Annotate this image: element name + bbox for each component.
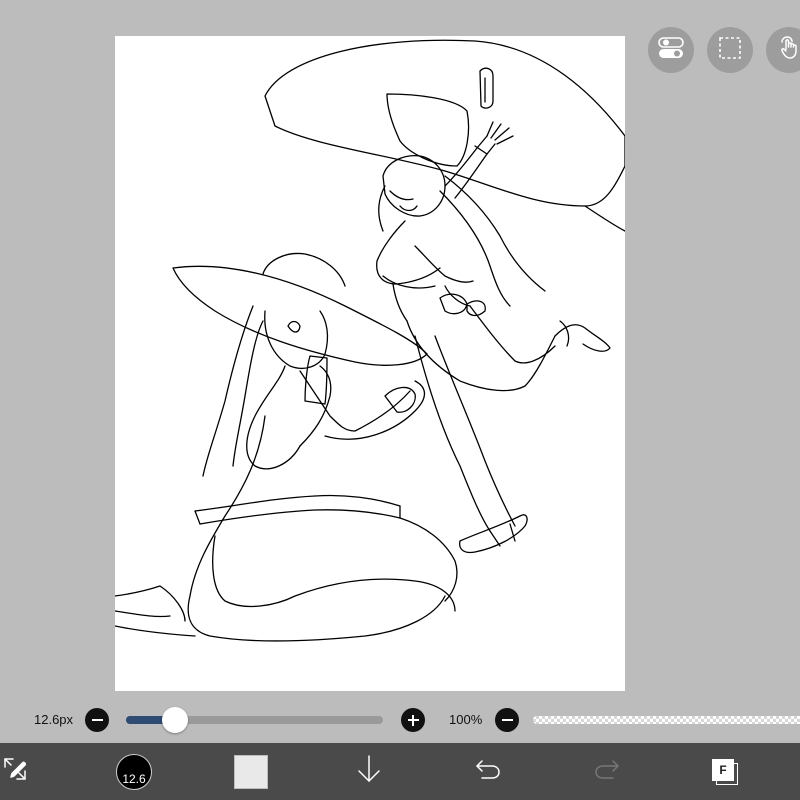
brush-size-badge: 12.6 bbox=[122, 771, 146, 786]
line-art-drawing bbox=[115, 39, 625, 642]
opacity-slider[interactable] bbox=[533, 716, 800, 724]
brush-size-button[interactable]: 12.6 bbox=[112, 743, 156, 800]
undo-button[interactable] bbox=[472, 743, 504, 800]
color-button[interactable] bbox=[233, 743, 269, 800]
minus-icon bbox=[91, 719, 103, 721]
canvas-area[interactable] bbox=[0, 0, 800, 705]
opacity-label: 100% bbox=[449, 712, 483, 727]
drawing-paper[interactable] bbox=[115, 36, 625, 691]
transform-tool-button[interactable] bbox=[0, 743, 30, 800]
size-decrease-button[interactable] bbox=[85, 708, 109, 732]
brush-size-slider-thumb[interactable] bbox=[161, 707, 188, 733]
brush-preview: 12.6 bbox=[116, 753, 152, 790]
minus-icon bbox=[501, 719, 513, 721]
transform-icon bbox=[2, 756, 28, 787]
plus-icon bbox=[407, 714, 419, 726]
opacity-decrease-button[interactable] bbox=[495, 708, 519, 732]
layers-button[interactable]: F bbox=[708, 743, 742, 800]
selection-button[interactable] bbox=[707, 27, 753, 73]
brush-slider-bar bbox=[0, 705, 800, 743]
hand-touch-icon bbox=[777, 35, 800, 65]
toggle-button[interactable] bbox=[648, 27, 694, 73]
size-increase-button[interactable] bbox=[401, 708, 425, 732]
toggle-switch-icon bbox=[658, 36, 684, 64]
undo-icon bbox=[474, 758, 502, 785]
bottom-toolbar: 12.6 F bbox=[0, 743, 800, 800]
download-button[interactable] bbox=[352, 743, 386, 800]
arrow-down-icon bbox=[356, 754, 382, 789]
redo-button[interactable] bbox=[591, 743, 623, 800]
brush-size-label: 12.6px bbox=[34, 712, 74, 727]
current-color-swatch bbox=[234, 754, 268, 789]
layer-badge: F bbox=[712, 758, 734, 781]
selection-icon bbox=[718, 36, 742, 65]
layers-icon: F bbox=[710, 757, 740, 787]
redo-icon bbox=[593, 758, 621, 785]
